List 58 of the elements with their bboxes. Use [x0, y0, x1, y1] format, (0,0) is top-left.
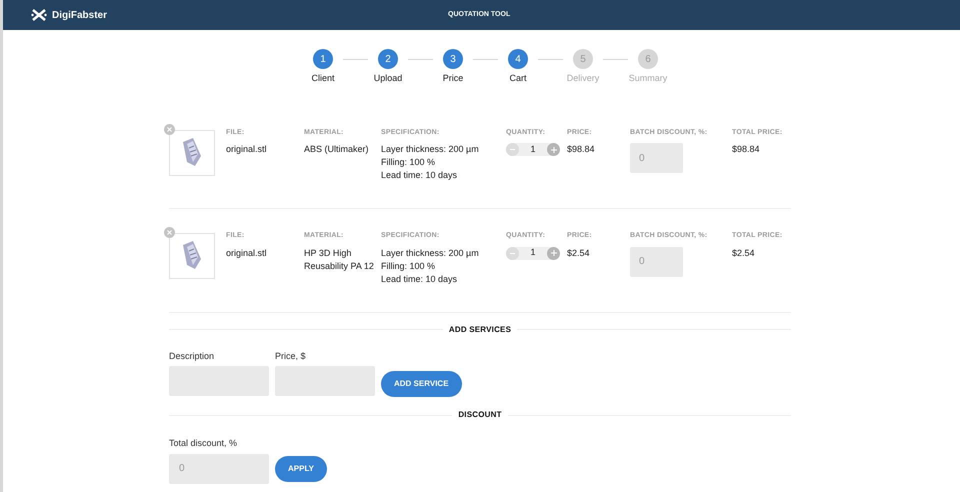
quantity-value: 1 — [529, 142, 536, 156]
step-label: Cart — [509, 72, 526, 85]
specification-line: Lead time: 10 days — [381, 169, 458, 182]
specification-line: Filling: 100 % — [381, 260, 436, 272]
file-name: original.stl — [226, 246, 268, 260]
step-number: 3 — [443, 49, 463, 69]
brand-name: DigiFabster — [52, 8, 108, 22]
step-label: Delivery — [566, 72, 600, 85]
plus-icon — [550, 146, 556, 152]
decrement-button[interactable] — [506, 143, 519, 156]
step-number: 1 — [313, 49, 333, 69]
increment-button[interactable] — [547, 143, 560, 156]
quantity-value: 1 — [529, 246, 536, 260]
close-icon — [167, 126, 172, 132]
price-value: $98.84 — [567, 143, 596, 156]
material-name: ABS (Ultimaker) — [304, 143, 370, 156]
increment-button[interactable] — [547, 246, 560, 260]
specification-line: Layer thickness: 200 µm — [381, 246, 480, 260]
progress-step[interactable]: 1 Client — [303, 49, 343, 86]
file-name: original.stl — [226, 143, 268, 156]
apply-button[interactable]: APPLY — [275, 456, 327, 482]
section-heading: ADD SERVICES — [448, 324, 512, 336]
field-label: Total discount, % — [169, 437, 238, 450]
progress-step[interactable]: 2 Upload — [368, 49, 408, 86]
close-icon — [167, 230, 172, 235]
plus-icon — [550, 250, 556, 256]
specification-line: Lead time: 10 days — [381, 272, 458, 286]
add-service-button[interactable]: ADD SERVICE — [381, 371, 462, 397]
field-label: Price, $ — [275, 350, 307, 362]
total-discount-field[interactable]: 0 — [169, 454, 269, 484]
part-model-icon — [181, 138, 203, 168]
step-label: Upload — [374, 72, 402, 85]
step-number: 6 — [638, 49, 658, 69]
specification-line: Layer thickness: 200 µm — [381, 143, 480, 156]
minus-icon — [510, 149, 515, 150]
progress-step[interactable]: 3 Price — [433, 49, 473, 86]
minus-icon — [510, 252, 515, 254]
part-model-icon — [181, 241, 203, 271]
total-price-value: $2.54 — [732, 246, 756, 260]
step-number: 4 — [508, 49, 528, 69]
specification-line: Filling: 100 % — [381, 156, 436, 169]
step-label: Price — [442, 72, 464, 85]
remove-button[interactable] — [164, 227, 175, 238]
step-number: 2 — [378, 49, 398, 69]
section-heading: DISCOUNT — [457, 409, 503, 421]
price-value: $2.54 — [567, 246, 591, 260]
decrement-button[interactable] — [506, 246, 519, 260]
field-label: Description — [169, 350, 216, 363]
progress-step[interactable]: 4 Cart — [498, 49, 538, 86]
remove-button[interactable] — [164, 124, 175, 134]
total-price-value: $98.84 — [732, 143, 761, 156]
material-name: HP 3D High Reusability PA 12 — [304, 246, 375, 272]
step-label: Summary — [628, 72, 668, 85]
batch-discount-field[interactable]: 0 — [630, 246, 683, 276]
batch-discount-field[interactable]: 0 — [630, 143, 683, 173]
step-label: Client — [311, 72, 334, 85]
step-number: 5 — [573, 49, 593, 69]
logo-icon — [31, 8, 47, 22]
